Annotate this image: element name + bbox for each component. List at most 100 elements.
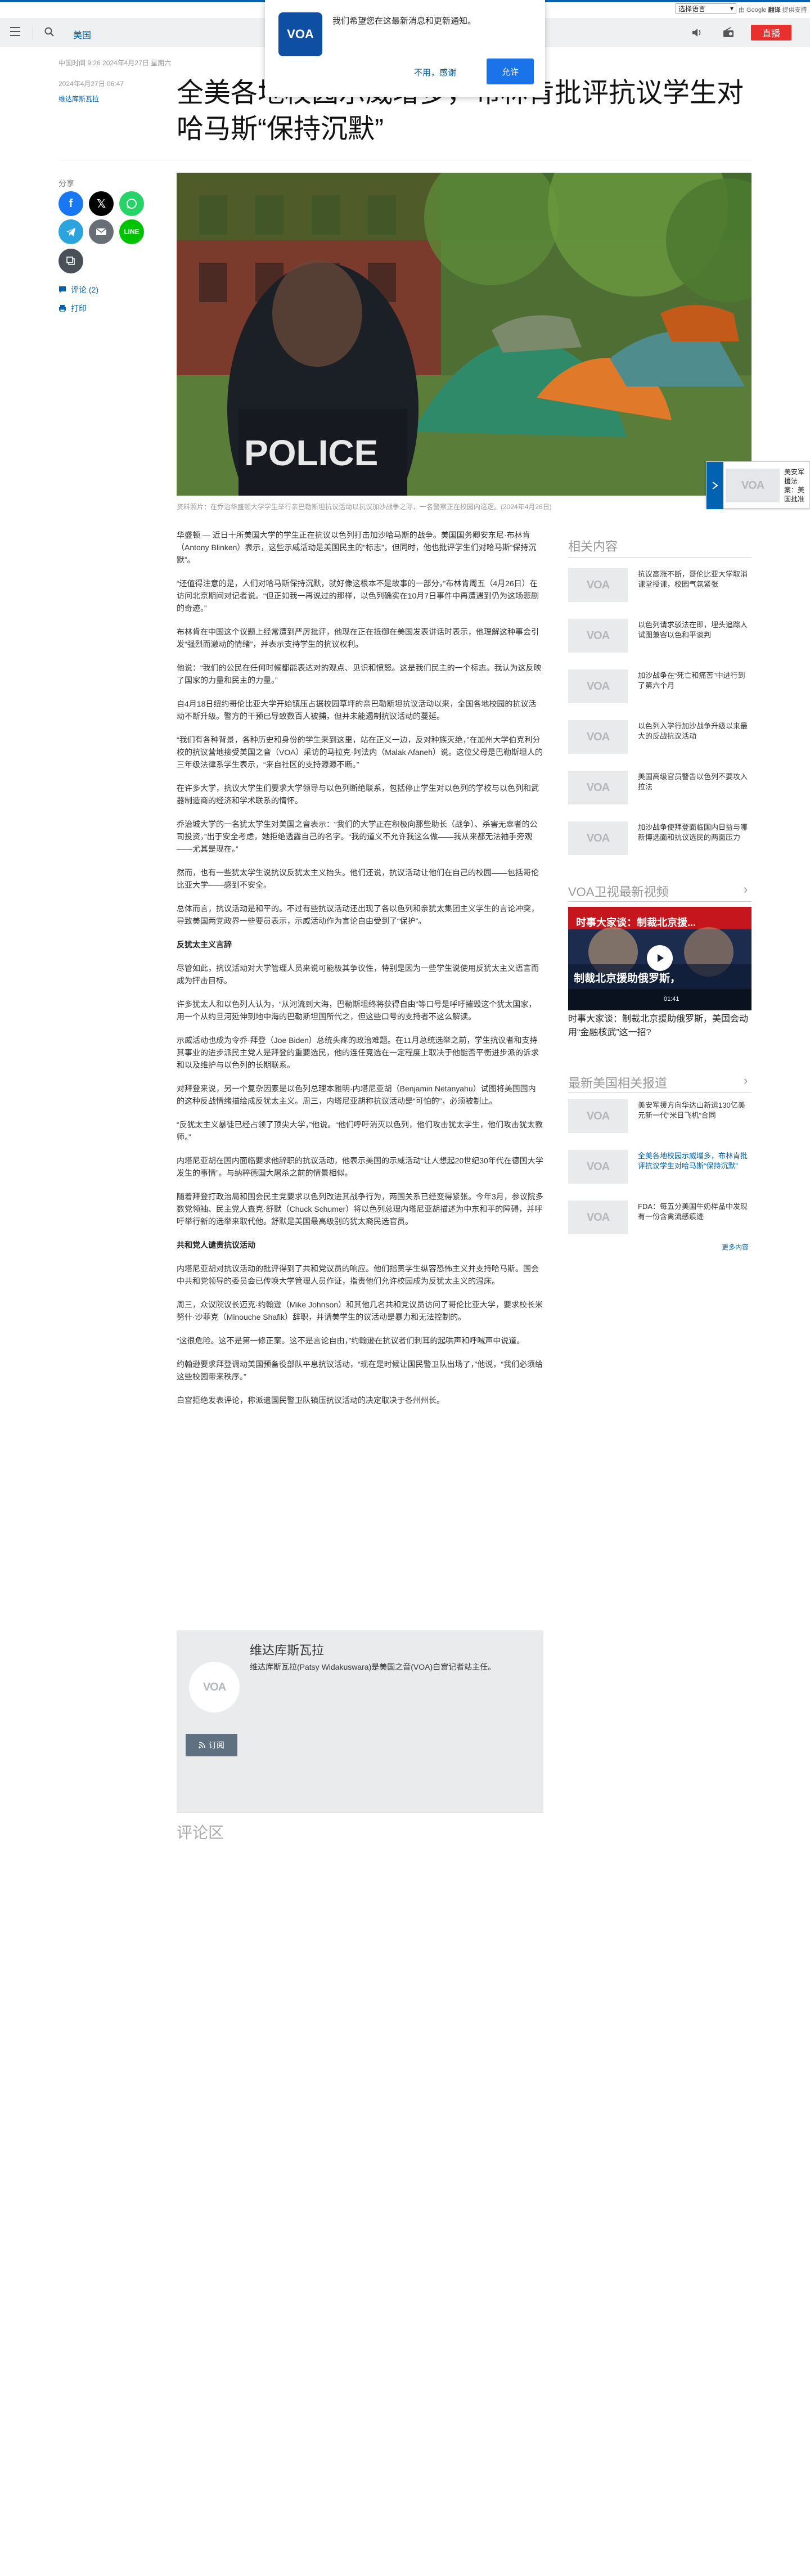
paragraph: “这很危险。这不是第一修正案。这不是言论自由，”约翰逊在抗议者们刺耳的起哄声和呼… <box>177 1336 525 1345</box>
paragraph: 示威活动也成为令乔·拜登（Joe Biden）总统头疼的政治难题。在11月总统选… <box>177 1036 539 1069</box>
publish-date: 2024年4月27日 06:47 <box>58 80 124 88</box>
related-thumbnail: VOA <box>568 669 628 703</box>
translate-suffix: 提供支持 <box>782 7 807 14</box>
paragraph: “反犹太主义暴徒已经占领了顶尖大学，”他说。“他们呼吁消灭以色列，他们攻击犹太学… <box>177 1120 543 1141</box>
latest-item[interactable]: VOA 美安军援方向华达山新运130亿美元新一代“米日飞机”合同 <box>568 1099 752 1141</box>
latest-item-title: 美安军援方向华达山新运130亿美元新一代“米日飞机”合同 <box>638 1101 745 1120</box>
flyout-arrow-icon[interactable] <box>706 462 723 509</box>
avatar: VOA <box>189 1662 240 1712</box>
paragraph: 内塔尼亚胡对抗议活动的批评得到了共和党议员的响应。他们指责学生纵容恐怖主义并支持… <box>177 1264 539 1285</box>
x-share-button[interactable]: 𝕏 <box>89 191 114 216</box>
latest-item-title: FDA：每五分美国牛奶样品中发现有一份含禽流感痕迹 <box>638 1202 748 1221</box>
related-item[interactable]: VOA 以色列入学行加沙战争升级以来最大的反战抗议活动 <box>568 720 752 762</box>
radio-icon[interactable] <box>722 27 735 38</box>
telegram-share-button[interactable] <box>58 219 83 244</box>
latest-heading[interactable]: 最新美国相关报道 <box>568 1073 667 1091</box>
allow-notifications-button[interactable]: 允许 <box>487 59 534 84</box>
print-link-label: 打印 <box>71 304 87 313</box>
print-icon <box>59 305 66 312</box>
video-player[interactable]: 时事大家谈：制裁北京援... 制裁北京援助俄罗斯， 01:41 <box>568 907 752 1010</box>
play-icon[interactable] <box>647 945 673 971</box>
voa-logo: VOA <box>202 1680 226 1693</box>
related-thumbnail: VOA <box>568 568 628 602</box>
paragraph: 乔治城大学的一名犹太学生对美国之音表示：“我们的大学正在积极向那些助长（战争）、… <box>177 820 538 853</box>
author-bio: 维达库斯瓦拉(Patsy Widakuswara)是美国之音(VOA)白宫记者站… <box>250 1662 496 1671</box>
author-link[interactable]: 维达库斯瓦拉 <box>58 94 99 104</box>
subheading: 共和党人谴责抗议活动 <box>177 1240 255 1249</box>
share-label: 分享 <box>58 179 74 188</box>
menu-icon[interactable] <box>10 27 20 37</box>
translate-prefix: 由 Google <box>739 7 767 14</box>
related-heading: 相关内容 <box>568 540 618 554</box>
related-item-title: 以色列入学行加沙战争升级以来最大的反战抗议活动 <box>638 722 748 740</box>
paragraph: 对拜登来说，另一个复杂因素是以色列总理本雅明·内塔尼亚胡（Benjamin Ne… <box>177 1084 536 1105</box>
related-thumbnail: VOA <box>568 619 628 653</box>
paragraph: 周三，众议院议长迈克·约翰逊（Mike Johnson）和其他几名共和党议员访问… <box>177 1300 543 1321</box>
translate-brand: 翻译 <box>768 7 781 14</box>
related-item-title: 抗议高涨不断，哥伦比亚大学取消课堂授课，校园气氛紧张 <box>638 570 748 588</box>
related-item[interactable]: VOA 加沙战争使拜登面临国内日益与哪新博选面和抗议选民的两面压力 <box>568 821 752 863</box>
search-icon[interactable] <box>44 26 55 38</box>
paragraph: 尽管如此，抗议活动对大学管理人员来说可能极其争议性，特别是因为一些学生说使用反犹… <box>177 964 539 985</box>
video-caption-link[interactable]: 时事大家谈：制裁北京援助俄罗斯，美国会动用“金融核武”这一招? <box>568 1013 752 1040</box>
paragraph: “还值得注意的是，人们对哈马斯保持沉默，就好像这根本不是故事的一部分，”布林肯周… <box>177 579 539 613</box>
chevron-right-icon[interactable]: › <box>744 882 748 897</box>
facebook-share-button[interactable]: f <box>58 191 83 216</box>
print-link[interactable]: 打印 <box>58 303 87 314</box>
video-controls[interactable] <box>568 989 752 1010</box>
copy-link-button[interactable] <box>58 249 83 273</box>
paragraph: 华盛顿 — 近日十所美国大学的学生正在抗议以色列打击加沙哈马斯的战争。美国国务卿… <box>177 531 537 564</box>
video-duration: 01:41 <box>664 996 680 1002</box>
chevron-down-icon: ▾ <box>730 5 734 12</box>
subscribe-button[interactable]: 订阅 <box>186 1734 237 1756</box>
police-jacket-text: POLICE <box>244 433 378 473</box>
latest-item[interactable]: VOA FDA：每五分美国牛奶样品中发现有一份含禽流感痕迹 <box>568 1201 752 1242</box>
author-name[interactable]: 维达库斯瓦拉 <box>250 1640 324 1658</box>
related-item[interactable]: VOA 以色列请求驳法在即，埋头追踪人试图兼容以色和平谈判 <box>568 619 752 660</box>
latest-item-title: 全美各地校园示威增多，布林肯批评抗议学生对哈马斯“保持沉默” <box>638 1152 748 1170</box>
paragraph: 在许多大学，抗议大学生们要求大学领导与以色列断绝联系，包括停止学生对以色列的学校… <box>177 784 539 805</box>
whatsapp-share-button[interactable] <box>119 191 144 216</box>
related-item-title: 加沙战争在“死亡和痛苦”中进行到了第六个月 <box>638 671 745 690</box>
line-icon: LINE <box>124 228 140 236</box>
more-content-link[interactable]: 更多内容 <box>722 1242 749 1252</box>
email-share-button[interactable] <box>89 219 114 244</box>
comments-heading: 评论区 <box>177 1824 224 1841</box>
language-select[interactable]: 选择语言 ▾ <box>676 3 736 14</box>
google-translate-credit: 由 Google 翻译 提供支持 <box>739 5 807 14</box>
paragraph: 内塔尼亚胡在国内面临要求他辞职的抗议活动，他表示美国的示威活动“让人想起20世纪… <box>177 1156 543 1177</box>
related-flyout[interactable]: VOA 美安军援法案：美国批准130亿美元的援助合同 <box>706 461 810 509</box>
live-button[interactable]: 直播 <box>751 25 791 41</box>
notification-prompt: VOA 我们希望您在这最新消息和更新通知。 不用，感谢 允许 <box>265 0 545 97</box>
latest-thumbnail: VOA <box>568 1201 628 1234</box>
flyout-title: 美安军援法案：美国批准130亿美元的援助合同 <box>784 468 805 503</box>
subheading: 反犹太主义言辞 <box>177 940 232 949</box>
comments-link[interactable]: 评论 (2) <box>58 284 98 295</box>
related-thumbnail: VOA <box>568 720 628 754</box>
line-share-button[interactable]: LINE <box>119 219 144 244</box>
chevron-right-icon[interactable]: › <box>744 1073 748 1088</box>
whatsapp-icon <box>127 199 137 209</box>
nav-section-link[interactable]: 美国 <box>73 28 91 41</box>
email-icon <box>96 228 107 235</box>
video-title-overlay: 时事大家谈：制裁北京援... <box>576 917 696 928</box>
paragraph: 然而，也有一些犹太学生说抗议反犹太主义抬头。他们还说，抗议活动让他们在自己的校园… <box>177 868 539 889</box>
related-item[interactable]: VOA 抗议高涨不断，哥伦比亚大学取消课堂授课，校园气氛紧张 <box>568 568 752 610</box>
voa-logo: VOA <box>278 12 322 56</box>
related-item[interactable]: VOA 加沙战争在“死亡和痛苦”中进行到了第六个月 <box>568 669 752 711</box>
x-icon: 𝕏 <box>96 197 106 210</box>
telegram-icon <box>66 228 75 236</box>
speaker-icon[interactable] <box>691 27 703 38</box>
video-heading[interactable]: VOA卫视最新视频 <box>568 882 668 900</box>
paragraph: 总体而言，抗议活动是和平的。不过有些抗议活动还出现了各以色列和亲犹太集团主义学生… <box>177 904 539 925</box>
copy-icon <box>66 257 75 265</box>
latest-item[interactable]: VOA 全美各地校园示威增多，布林肯批评抗议学生对哈马斯“保持沉默” <box>568 1150 752 1192</box>
related-item[interactable]: VOA 美国高级官员警告以色列不要攻入拉法 <box>568 771 752 812</box>
decline-notifications-button[interactable]: 不用，感谢 <box>414 66 456 78</box>
video-divider <box>568 901 752 902</box>
notification-message: 我们希望您在这最新消息和更新通知。 <box>332 16 476 26</box>
local-time: 中国时间 9:26 2024年4月27日 星期六 <box>58 59 172 67</box>
paragraph: 自4月18日纽约哥伦比亚大学开始镇压占据校园草坪的亲巴勒斯坦抗议活动以来，全国各… <box>177 699 537 721</box>
facebook-icon: f <box>69 197 73 210</box>
paragraph: 随着拜登打政治局和国会民主党要求以色列改进其战争行为，两国关系已经变得紧张。今年… <box>177 1192 543 1226</box>
